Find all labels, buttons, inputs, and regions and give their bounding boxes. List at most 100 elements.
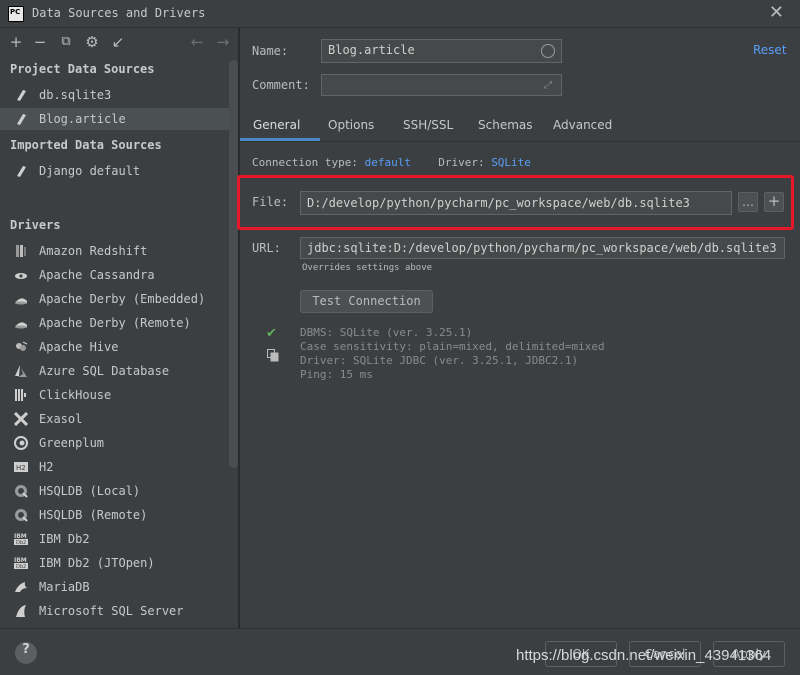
- pycharm-app-icon: PC: [8, 6, 24, 22]
- case-sensitivity-info: Case sensitivity: plain=mixed, delimited…: [300, 340, 605, 353]
- title-bar: PC Data Sources and Drivers ✕: [0, 0, 800, 28]
- window-title: Data Sources and Drivers: [32, 6, 206, 20]
- tree-item-db-sqlite3[interactable]: db.sqlite3: [0, 84, 230, 106]
- driver-item-hsqldb-remote[interactable]: HSQLDB (Remote): [0, 504, 230, 526]
- driver-value-link[interactable]: SQLite: [491, 156, 531, 169]
- file-label: File:: [252, 195, 289, 209]
- app-icon-text: PC: [10, 8, 21, 16]
- import-icon[interactable]: ↙: [108, 32, 128, 52]
- greenplum-icon: [14, 436, 28, 450]
- dialog-footer: ? OK Cancel Apply https://blog.csdn.net/…: [0, 628, 800, 675]
- tree-item-label: Django default: [39, 164, 141, 178]
- driver-item-ibm-db2-jtopen[interactable]: IBM Db2 IBM Db2 (JTOpen): [0, 552, 230, 574]
- driver-item-hsqldb-local[interactable]: HSQLDB (Local): [0, 480, 230, 502]
- sidebar-scrollbar[interactable]: [229, 60, 238, 468]
- mariadb-seal-icon: [15, 582, 27, 592]
- hive-bee-icon: [16, 341, 28, 351]
- wrench-icon[interactable]: ⚙: [82, 32, 102, 52]
- connection-info-line: Connection type: default Driver: SQLite: [252, 156, 531, 169]
- remove-icon[interactable]: −: [30, 32, 50, 52]
- active-tab-indicator: [240, 138, 320, 141]
- help-button[interactable]: ?: [15, 642, 37, 664]
- sqlite-icon: [17, 90, 26, 101]
- ibm-db2-icon: IBMDb2: [14, 557, 28, 570]
- tab-bar: General Options SSH/SSL Schemas Advanced: [240, 108, 800, 142]
- redshift-icon: [16, 245, 26, 257]
- driver-item-apache-hive[interactable]: Apache Hive: [0, 336, 230, 358]
- imported-data-sources-header: Imported Data Sources: [10, 138, 162, 152]
- tree-item-label: db.sqlite3: [39, 88, 112, 102]
- ibm-db2-icon: IBMDb2: [14, 533, 28, 546]
- browse-button[interactable]: …: [738, 192, 758, 212]
- tab-ssh-ssl[interactable]: SSH/SSL: [403, 118, 453, 132]
- driver-item-greenplum[interactable]: Greenplum: [0, 432, 230, 454]
- test-connection-button[interactable]: Test Connection: [300, 290, 433, 313]
- tree-item-blog-article[interactable]: Blog.article: [0, 108, 230, 130]
- driver-label: Driver:: [438, 156, 485, 169]
- driver-label: Apache Derby (Embedded): [39, 292, 206, 306]
- h2-icon: H2: [14, 462, 28, 472]
- drivers-header: Drivers: [10, 218, 61, 232]
- checkmark-icon: ✔: [266, 326, 277, 341]
- comment-input[interactable]: [321, 74, 562, 96]
- driver-info: Driver: SQLite JDBC (ver. 3.25.1, JDBC2.…: [300, 354, 579, 367]
- sql-server-icon: [16, 605, 26, 617]
- close-icon[interactable]: ✕: [769, 4, 784, 22]
- azure-icon: [15, 365, 27, 377]
- driver-item-exasol[interactable]: Exasol: [0, 408, 230, 430]
- driver-item-azure-sql-database[interactable]: Azure SQL Database: [0, 360, 230, 382]
- duplicate-icon[interactable]: ⧉: [56, 32, 76, 52]
- svg-text:IBM: IBM: [14, 557, 27, 564]
- url-hint: Overrides settings above: [302, 263, 433, 273]
- driver-item-ibm-db2[interactable]: IBM Db2 IBM Db2: [0, 528, 230, 550]
- name-label: Name:: [252, 44, 289, 58]
- clickhouse-icon: [15, 389, 26, 401]
- driver-label: Azure SQL Database: [39, 364, 170, 378]
- tree-item-django-default[interactable]: Django default: [0, 160, 230, 182]
- cassandra-eye-icon: [15, 273, 27, 279]
- derby-hat-icon: [15, 322, 27, 329]
- add-icon[interactable]: +: [6, 32, 26, 52]
- svg-text:Db2: Db2: [16, 540, 26, 546]
- svg-text:H2: H2: [16, 464, 26, 472]
- file-path-input[interactable]: D:/develop/python/pycharm/pc_workspace/w…: [300, 191, 732, 215]
- csdn-watermark: https://blog.csdn.net/weixin_43941364: [516, 647, 772, 664]
- tab-advanced[interactable]: Advanced: [553, 118, 612, 132]
- connection-type-value[interactable]: default: [365, 156, 411, 169]
- dbms-info: DBMS: SQLite (ver. 3.25.1): [300, 326, 473, 339]
- name-input[interactable]: Blog.article: [321, 39, 562, 63]
- forward-arrow-icon[interactable]: →: [213, 32, 233, 52]
- back-arrow-icon[interactable]: ←: [187, 32, 207, 52]
- expand-icon[interactable]: ⤢: [544, 80, 552, 91]
- tab-options[interactable]: Options: [328, 118, 374, 132]
- url-input[interactable]: jdbc:sqlite:D:/develop/python/pycharm/pc…: [300, 237, 785, 259]
- tab-schemas[interactable]: Schemas: [478, 118, 533, 132]
- url-label: URL:: [252, 241, 281, 255]
- driver-item-amazon-redshift[interactable]: Amazon Redshift: [0, 240, 230, 262]
- tree-item-label: Blog.article: [39, 112, 126, 126]
- driver-item-apache-derby-embedded[interactable]: Apache Derby (Embedded): [0, 288, 230, 310]
- driver-item-h2[interactable]: H2 H2: [0, 456, 230, 478]
- driver-label: Apache Hive: [39, 340, 119, 354]
- color-circle-icon[interactable]: [541, 44, 555, 58]
- derby-hat-icon: [15, 298, 27, 305]
- driver-label: H2: [39, 460, 54, 474]
- ping-info: Ping: 15 ms: [300, 368, 373, 381]
- svg-text:Db2: Db2: [16, 564, 26, 570]
- add-file-button[interactable]: +: [764, 192, 784, 212]
- hsqldb-icon: [15, 509, 28, 522]
- driver-label: Greenplum: [39, 436, 105, 450]
- driver-label: Apache Derby (Remote): [39, 316, 191, 330]
- driver-item-clickhouse[interactable]: ClickHouse: [0, 384, 230, 406]
- driver-item-mariadb[interactable]: MariaDB: [0, 576, 230, 598]
- tab-general[interactable]: General: [253, 118, 300, 132]
- driver-item-apache-derby-remote[interactable]: Apache Derby (Remote): [0, 312, 230, 334]
- copy-icon[interactable]: [267, 349, 279, 362]
- driver-item-microsoft-sql-server[interactable]: Microsoft SQL Server: [0, 600, 230, 622]
- svg-text:IBM: IBM: [14, 533, 27, 540]
- driver-label: Exasol: [39, 412, 83, 426]
- driver-label: MariaDB: [39, 580, 90, 594]
- hsqldb-icon: [15, 485, 28, 498]
- reset-link[interactable]: Reset: [753, 43, 787, 57]
- driver-item-apache-cassandra[interactable]: Apache Cassandra: [0, 264, 230, 286]
